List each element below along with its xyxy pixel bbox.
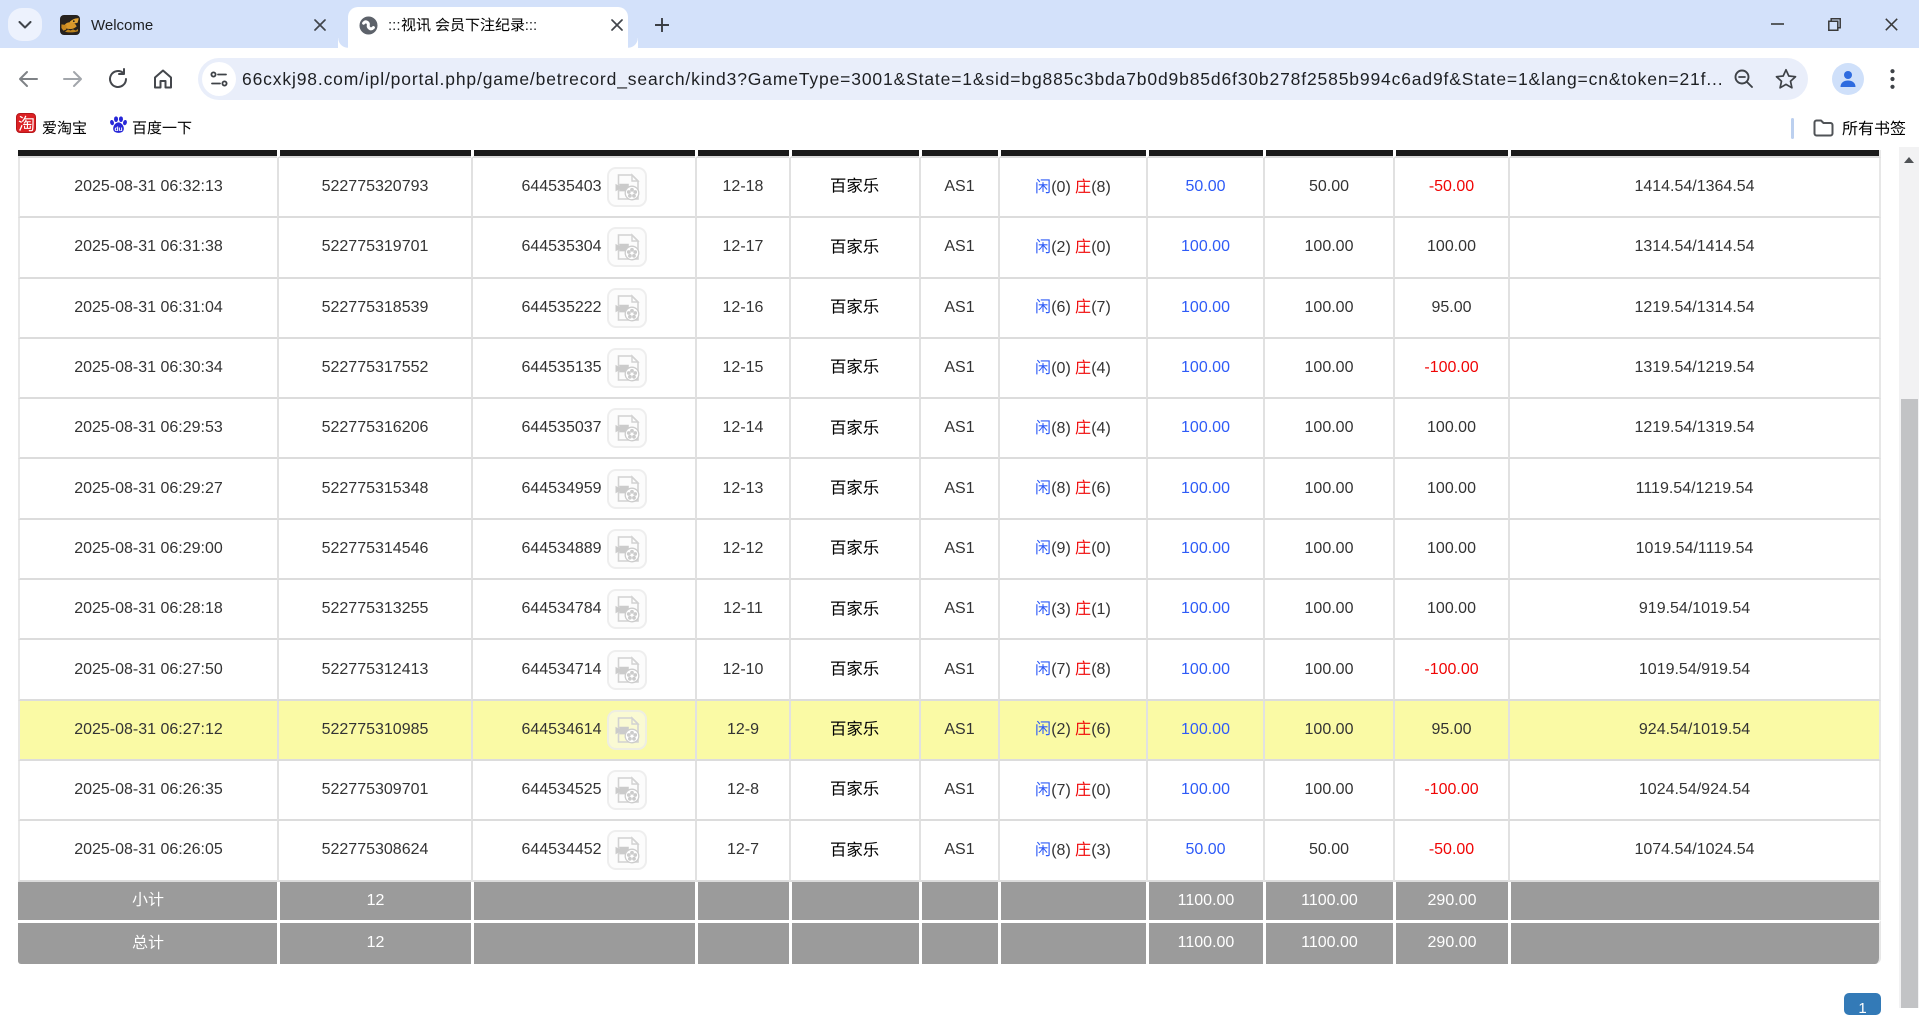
svg-text:du: du (114, 126, 122, 133)
